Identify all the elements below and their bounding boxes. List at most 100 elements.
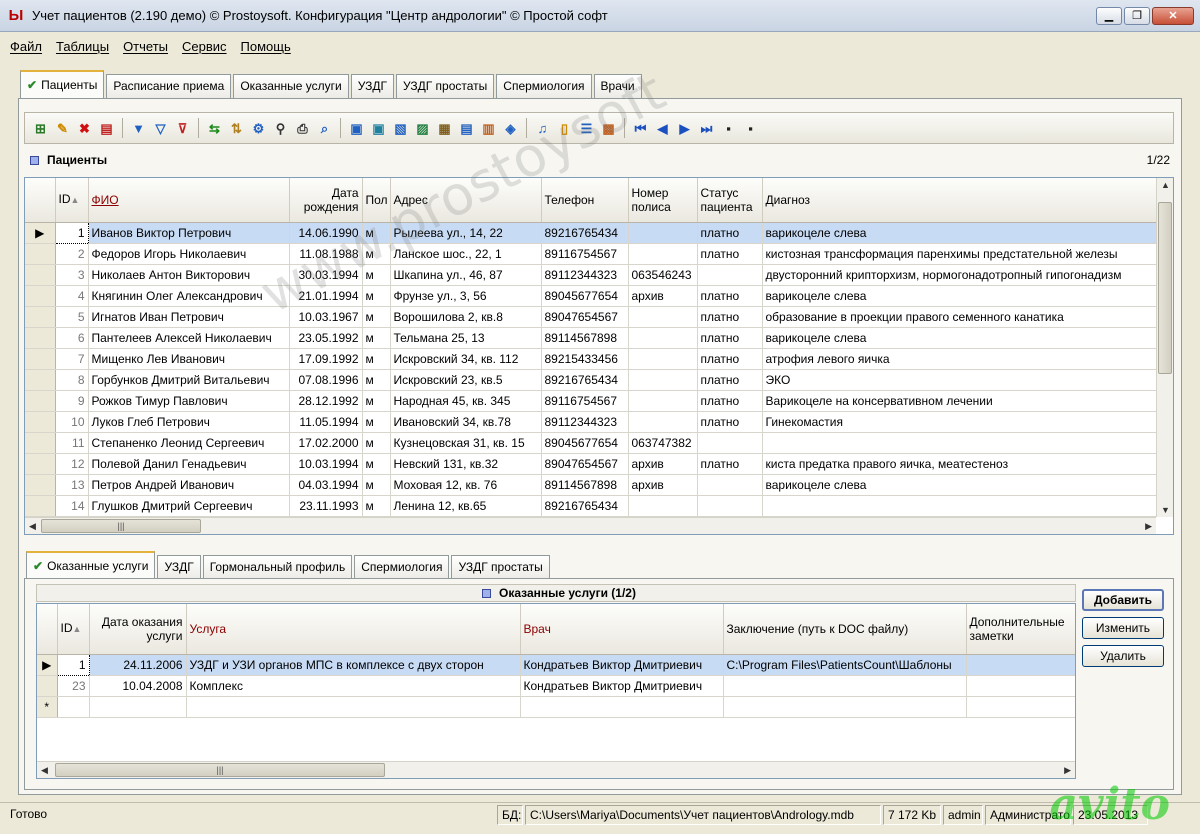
cell-policy[interactable]: [628, 306, 698, 328]
cell-address[interactable]: Моховая 12, кв. 76: [390, 474, 542, 496]
export4-icon[interactable]: ▨: [413, 119, 432, 138]
cell-sex[interactable]: м: [362, 306, 391, 328]
cell-fio[interactable]: Рожков Тимур Павлович: [88, 390, 290, 412]
cell-id[interactable]: 12: [55, 453, 89, 475]
patients-grid[interactable]: ID▲ ФИО Дата рождения Пол Адрес Телефон …: [24, 177, 1174, 535]
cell-sex[interactable]: м: [362, 348, 391, 370]
cell-diagnosis[interactable]: [762, 495, 1161, 517]
cell-policy[interactable]: [628, 327, 698, 349]
table-row[interactable]: 14 Глушков Дмитрий Сергеевич 23.11.1993 м Ле…: [25, 495, 1161, 517]
cell-id[interactable]: 9: [55, 390, 89, 412]
row-indicator[interactable]: [25, 411, 56, 433]
cell-phone[interactable]: 89114567898: [541, 327, 629, 349]
export1-icon[interactable]: ▣: [347, 119, 366, 138]
cell-fio[interactable]: Николаев Антон Викторович: [88, 264, 290, 286]
cell-policy[interactable]: 063546243: [628, 264, 698, 286]
new-row-marker[interactable]: *: [37, 696, 58, 718]
first-icon[interactable]: ⏮: [631, 119, 650, 138]
table-row[interactable]: 2 Федоров Игорь Николаевич 11.08.1988 м Ланс…: [25, 243, 1161, 265]
cell-fio[interactable]: Глушков Дмитрий Сергеевич: [88, 495, 290, 517]
cell-phone[interactable]: 89045677654: [541, 432, 629, 454]
table-row[interactable]: 10 Луков Глеб Петрович 11.05.1994 м Ивановск…: [25, 411, 1161, 433]
cell-policy[interactable]: [628, 222, 698, 244]
cell-dob[interactable]: 11.08.1988: [289, 243, 363, 265]
row-indicator[interactable]: [37, 675, 58, 697]
cell-phone[interactable]: 89216765434: [541, 369, 629, 391]
table-row[interactable]: 3 Николаев Антон Викторович 30.03.1994 м Шка…: [25, 264, 1161, 286]
row-indicator[interactable]: [25, 285, 56, 307]
table-row[interactable]: 8 Горбунков Дмитрий Витальевич 07.08.1996 м…: [25, 369, 1161, 391]
filter-settings-icon[interactable]: ⚙: [249, 119, 268, 138]
cell-address[interactable]: Кузнецовская 31, кв. 15: [390, 432, 542, 454]
cell-id[interactable]: 5: [55, 306, 89, 328]
cell-sex[interactable]: м: [362, 222, 391, 244]
cell-diagnosis[interactable]: образование в проекции правого семенного…: [762, 306, 1161, 328]
menu-file[interactable]: Файл: [10, 39, 42, 54]
cell-status[interactable]: платно: [697, 348, 763, 370]
new-row-cell[interactable]: [57, 696, 90, 718]
row-indicator[interactable]: [25, 306, 56, 328]
cell-address[interactable]: Невский 131, кв.32: [390, 453, 542, 475]
new-row-cell[interactable]: [723, 696, 967, 718]
new-row-cell[interactable]: [186, 696, 521, 718]
cell-fio[interactable]: Мищенко Лев Иванович: [88, 348, 290, 370]
cell-address[interactable]: Ивановский 34, кв.78: [390, 411, 542, 433]
tab-doctors[interactable]: Врачи: [593, 74, 642, 98]
add-button[interactable]: Добавить: [1082, 589, 1164, 611]
cell-policy[interactable]: [628, 495, 698, 517]
cell-dob[interactable]: 17.02.2000: [289, 432, 363, 454]
table-row[interactable]: ▶ 1 24.11.2006 УЗДГ и УЗИ органов МПС в ком…: [37, 653, 1075, 676]
cell-diagnosis[interactable]: кистозная трансформация паренхимы предст…: [762, 243, 1161, 265]
cell-phone[interactable]: 89216765434: [541, 495, 629, 517]
menu-reports[interactable]: Отчеты: [123, 39, 168, 54]
print-icon[interactable]: ⎙: [293, 119, 312, 138]
cell-conclusion[interactable]: C:\Program Files\PatientsCount\Шаблоны: [723, 654, 967, 676]
cell-policy[interactable]: [628, 369, 698, 391]
cell-id[interactable]: 1: [56, 653, 90, 676]
scroll-down-icon[interactable]: ▼: [1161, 505, 1170, 515]
cell-sex[interactable]: м: [362, 411, 391, 433]
cell-address[interactable]: Рылеева ул., 14, 22: [390, 222, 542, 244]
col-service-date[interactable]: Дата оказания услуги: [89, 604, 187, 655]
services-hscroll[interactable]: ◀ ||| ▶: [37, 761, 1075, 778]
cell-policy[interactable]: архив: [628, 474, 698, 496]
maximize-button[interactable]: ❐: [1124, 6, 1150, 25]
subtab-uzdg-prostate[interactable]: УЗДГ простаты: [451, 555, 550, 579]
new-row-cell[interactable]: [966, 696, 1075, 718]
cell-phone[interactable]: 89116754567: [541, 243, 629, 265]
col-phone[interactable]: Телефон: [541, 178, 629, 223]
cell-status[interactable]: платно: [697, 327, 763, 349]
delete-icon[interactable]: ✖: [75, 119, 94, 138]
row-indicator[interactable]: [25, 390, 56, 412]
preview-icon[interactable]: ⌕: [315, 119, 334, 138]
tab-schedule[interactable]: Расписание приема: [106, 74, 232, 98]
cell-dob[interactable]: 14.06.1990: [289, 222, 363, 244]
col-notes[interactable]: Дополнительные заметки: [966, 604, 1075, 655]
cell-sex[interactable]: м: [362, 327, 391, 349]
col-diagnosis[interactable]: Диагноз: [762, 178, 1161, 223]
sort-icon[interactable]: ⇅: [227, 119, 246, 138]
subtab-hormones[interactable]: Гормональный профиль: [202, 555, 353, 579]
export7-icon[interactable]: ▥: [479, 119, 498, 138]
cell-fio[interactable]: Горбунков Дмитрий Витальевич: [88, 369, 290, 391]
row-indicator[interactable]: [25, 264, 56, 286]
cell-service[interactable]: Комплекс: [186, 675, 521, 697]
cell-fio[interactable]: Иванов Виктор Петрович: [88, 222, 290, 244]
next-icon[interactable]: ▶: [675, 119, 694, 138]
cell-dob[interactable]: 30.03.1994: [289, 264, 363, 286]
cell-policy[interactable]: 063747382: [628, 432, 698, 454]
cell-fio[interactable]: Игнатов Иван Петрович: [88, 306, 290, 328]
scroll-up-icon[interactable]: ▲: [1161, 180, 1170, 190]
cell-address[interactable]: Шкапина ул., 46, 87: [390, 264, 542, 286]
cell-diagnosis[interactable]: варикоцеле слева: [762, 222, 1161, 244]
col-sex[interactable]: Пол: [362, 178, 391, 223]
table-row[interactable]: 23 10.04.2008 Комплекс Кондратьев Виктор Дм…: [37, 675, 1075, 697]
cell-dob[interactable]: 23.05.1992: [289, 327, 363, 349]
table-row[interactable]: ▶ 1 Иванов Виктор Петрович 14.06.1990 м Рылее…: [25, 221, 1161, 244]
cell-status[interactable]: [697, 432, 763, 454]
cell-status[interactable]: платно: [697, 285, 763, 307]
last-icon[interactable]: ⏭: [697, 119, 716, 138]
tab-uzdg[interactable]: УЗДГ: [350, 74, 394, 98]
cell-service[interactable]: УЗДГ и УЗИ органов МПС в комплексе с дву…: [186, 654, 521, 676]
cell-id[interactable]: 3: [55, 264, 89, 286]
